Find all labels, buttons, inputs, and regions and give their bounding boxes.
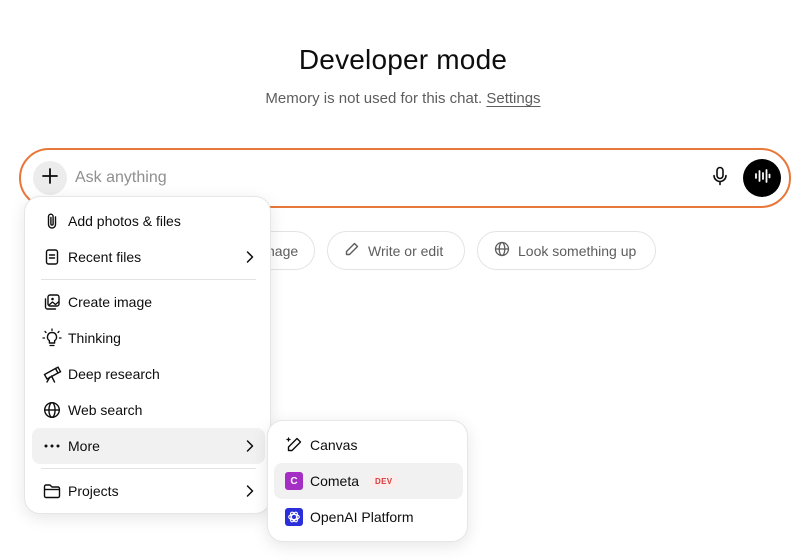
- chevron-right-icon: [245, 483, 255, 502]
- chevron-right-icon: [245, 249, 255, 268]
- dev-badge: DEV: [369, 474, 399, 488]
- memory-notice: Memory is not used for this chat. Settin…: [0, 90, 806, 107]
- paperclip-icon: [41, 212, 63, 230]
- menu-item-label: Add photos & files: [68, 213, 181, 229]
- image-stack-icon: [41, 293, 63, 311]
- chip-write-or-edit[interactable]: Write or edit: [327, 231, 465, 270]
- menu-item-label: Projects: [68, 483, 119, 499]
- submenu-item-canvas[interactable]: Canvas: [274, 427, 463, 463]
- microphone-icon: [711, 166, 729, 191]
- ellipsis-icon: [41, 443, 63, 449]
- openai-logo-icon: [284, 507, 304, 527]
- memory-notice-text: Memory is not used for this chat.: [265, 90, 483, 107]
- menu-item-add-photos-files[interactable]: Add photos & files: [32, 203, 265, 239]
- submenu-item-label: Canvas: [310, 437, 358, 453]
- menu-divider: [41, 279, 256, 280]
- dictate-button[interactable]: [707, 165, 733, 191]
- menu-item-recent-files[interactable]: Recent files: [32, 239, 265, 275]
- chip-look-something-up[interactable]: Look something up: [477, 231, 656, 270]
- menu-item-label: Web search: [68, 402, 143, 418]
- tools-menu: Add photos & files Recent files Create i…: [24, 196, 271, 514]
- settings-link[interactable]: Settings: [486, 90, 540, 107]
- submenu-item-cometa[interactable]: C Cometa DEV: [274, 463, 463, 499]
- globe-icon: [41, 401, 63, 419]
- menu-item-thinking[interactable]: Thinking: [32, 320, 265, 356]
- menu-item-label: Recent files: [68, 249, 142, 265]
- page-title: Developer mode: [298, 44, 508, 75]
- menu-item-label: Thinking: [68, 330, 121, 346]
- menu-divider: [41, 468, 256, 469]
- menu-item-deep-research[interactable]: Deep research: [32, 356, 265, 392]
- chip-label: Look something up: [518, 242, 637, 259]
- globe-icon: [494, 241, 518, 260]
- menu-item-create-image[interactable]: Create image: [32, 284, 265, 320]
- cometa-app-icon: C: [284, 471, 304, 491]
- folder-icon: [41, 483, 63, 499]
- prompt-input[interactable]: [75, 165, 675, 191]
- chevron-right-icon: [245, 438, 255, 457]
- menu-item-more[interactable]: More: [32, 428, 265, 464]
- lightbulb-icon: [41, 328, 63, 348]
- waveform-icon: [753, 167, 771, 190]
- chip-label: nage: [267, 242, 299, 259]
- submenu-item-label: Cometa: [310, 473, 360, 489]
- menu-item-web-search[interactable]: Web search: [32, 392, 265, 428]
- menu-item-label: More: [68, 438, 100, 454]
- more-submenu: Canvas C Cometa DEV OpenAI Platform: [267, 420, 468, 542]
- submenu-item-openai-platform[interactable]: OpenAI Platform: [274, 499, 463, 535]
- plus-icon: [41, 167, 59, 190]
- submenu-item-label: OpenAI Platform: [310, 509, 414, 525]
- telescope-icon: [41, 365, 63, 383]
- voice-mode-button[interactable]: [743, 159, 781, 197]
- chip-label: Write or edit: [368, 242, 444, 259]
- pencil-icon: [344, 241, 368, 260]
- attach-plus-button[interactable]: [33, 161, 67, 195]
- menu-item-projects[interactable]: Projects: [32, 473, 265, 509]
- file-icon: [41, 248, 63, 266]
- menu-item-label: Deep research: [68, 366, 160, 382]
- menu-item-label: Create image: [68, 294, 153, 310]
- canvas-pen-icon: [284, 435, 304, 455]
